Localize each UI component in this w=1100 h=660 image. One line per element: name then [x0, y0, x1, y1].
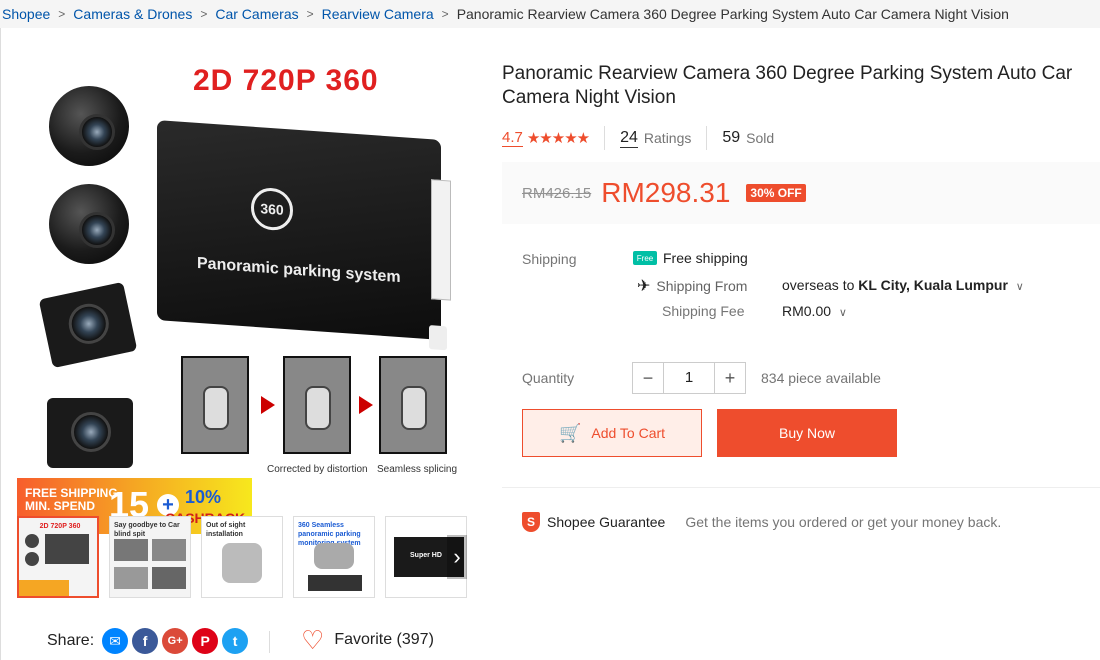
promo-cashback-pct: 10% — [185, 487, 222, 507]
shipping-from-row: ✈ Shipping From — [637, 276, 747, 296]
guarantee-text: Get the items you ordered or get your mo… — [685, 514, 1002, 530]
product-page: 2D 720P 360 360 Panoramic parking system… — [0, 28, 1100, 660]
device-badge: 360 — [251, 186, 293, 232]
breadcrumb-link-rearview[interactable]: Rearview Camera — [322, 6, 434, 22]
chevron-down-icon: ∨ — [1015, 281, 1024, 293]
breadcrumb-current: Panoramic Rearview Camera 360 Degree Par… — [456, 6, 1009, 22]
discount-badge: 30% OFF — [746, 184, 806, 202]
shipping-fee[interactable]: RM0.00 ∨ — [782, 303, 847, 319]
sold-label: Sold — [746, 130, 775, 146]
shield-icon: S — [522, 512, 540, 532]
thumbnail[interactable]: Say goodbye to Car blind spit — [109, 516, 191, 598]
dome-camera-image — [49, 86, 129, 166]
quantity-input[interactable]: 1 — [664, 362, 714, 394]
quantity-stepper: − 1 + — [632, 362, 746, 394]
buy-now-button[interactable]: Buy Now — [717, 409, 897, 457]
plane-icon: ✈ — [637, 278, 651, 295]
shipping-fee-label: Shipping Fee — [662, 303, 745, 319]
chevron-right-icon: > — [58, 7, 66, 21]
shopee-guarantee[interactable]: S Shopee Guarantee Get the items you ord… — [522, 512, 1001, 532]
image-banner-text: 2D 720P 360 — [193, 64, 379, 97]
chevron-down-icon: ∨ — [838, 307, 847, 319]
chevron-right-icon: > — [441, 7, 449, 21]
shipping-label: Shipping — [522, 251, 577, 267]
dome-camera-image — [49, 184, 129, 264]
heart-icon: ♡ — [301, 625, 325, 655]
twitter-icon[interactable]: t — [222, 628, 249, 654]
rating-score[interactable]: 4.7 — [502, 129, 523, 147]
truck-icon: Free — [633, 251, 657, 265]
favorite-button[interactable]: ♡ Favorite (397) — [301, 625, 434, 655]
stock-available: 834 piece available — [761, 370, 881, 386]
facebook-icon[interactable]: f — [132, 628, 159, 654]
shipping-from-label: Shipping From — [656, 278, 748, 294]
divider — [269, 631, 270, 653]
product-title: Panoramic Rearview Camera 360 Degree Par… — [502, 63, 1073, 108]
thumbnail[interactable]: 360 Seamless panoramic parking monitorin… — [293, 516, 375, 598]
star-rating-icon: ★★★★★ — [526, 130, 590, 147]
thumbnail-strip: 2D 720P 360 Say goodbye to Car blind spi… — [17, 516, 467, 598]
rating-row: 4.7 ★★★★★ 24 Ratings 59 Sold — [502, 125, 774, 151]
thumbnail[interactable]: Out of sight installation — [201, 516, 283, 598]
chevron-right-icon: > — [306, 7, 314, 21]
ratings-label: Ratings — [643, 130, 692, 146]
ratings-count[interactable]: 24 — [620, 129, 638, 148]
promo-min-spend: MIN. SPEND — [25, 499, 96, 513]
breadcrumb-link-cameras[interactable]: Cameras & Drones — [73, 6, 192, 22]
divider — [502, 487, 1100, 488]
step-caption: Seamless splicing — [377, 464, 458, 475]
quantity-label: Quantity — [522, 370, 575, 386]
device-label: Panoramic parking system — [197, 254, 401, 287]
chevron-right-icon: > — [200, 7, 208, 21]
breadcrumb: Shopee > Cameras & Drones > Car Cameras … — [0, 0, 1100, 28]
google-plus-icon[interactable]: G+ — [162, 628, 189, 654]
box-camera-image — [47, 398, 133, 468]
control-unit-image: 360 Panoramic parking system — [157, 120, 451, 351]
main-product-image[interactable]: 2D 720P 360 360 Panoramic parking system… — [15, 58, 465, 508]
breadcrumb-link-shopee[interactable]: Shopee — [2, 6, 50, 22]
process-diagram — [181, 356, 451, 454]
favorite-label: Favorite (397) — [334, 631, 434, 648]
promo-free-shipping: FREE SHIPPING — [25, 486, 118, 500]
chevron-right-icon[interactable]: › — [447, 535, 467, 579]
box-camera-image — [38, 281, 138, 369]
thumbnail[interactable]: 2D 720P 360 — [17, 516, 99, 598]
cart-icon: 🛒 — [558, 422, 582, 443]
share-bar: Share: ✉ f G+ P t — [47, 628, 249, 654]
free-shipping-row: Free Free shipping — [633, 250, 748, 266]
shipping-destination[interactable]: overseas to KL City, Kuala Lumpur ∨ — [782, 277, 1024, 293]
original-price: RM426.15 — [522, 184, 592, 202]
share-label: Share: — [47, 632, 95, 649]
current-price: RM298.31 — [601, 177, 731, 208]
breadcrumb-link-car-cameras[interactable]: Car Cameras — [215, 6, 298, 22]
pinterest-icon[interactable]: P — [192, 628, 219, 654]
messenger-icon[interactable]: ✉ — [102, 628, 129, 654]
decrease-button[interactable]: − — [632, 362, 664, 394]
free-shipping-text: Free shipping — [663, 250, 748, 266]
sold-count: 59 — [722, 129, 741, 146]
guarantee-title: Shopee Guarantee — [547, 514, 666, 530]
increase-button[interactable]: + — [714, 362, 746, 394]
add-to-cart-button[interactable]: 🛒 Add To Cart — [522, 409, 702, 457]
step-caption: Corrected by distortion — [267, 464, 368, 475]
price-box: RM426.15 RM298.31 30% OFF — [502, 162, 1100, 224]
